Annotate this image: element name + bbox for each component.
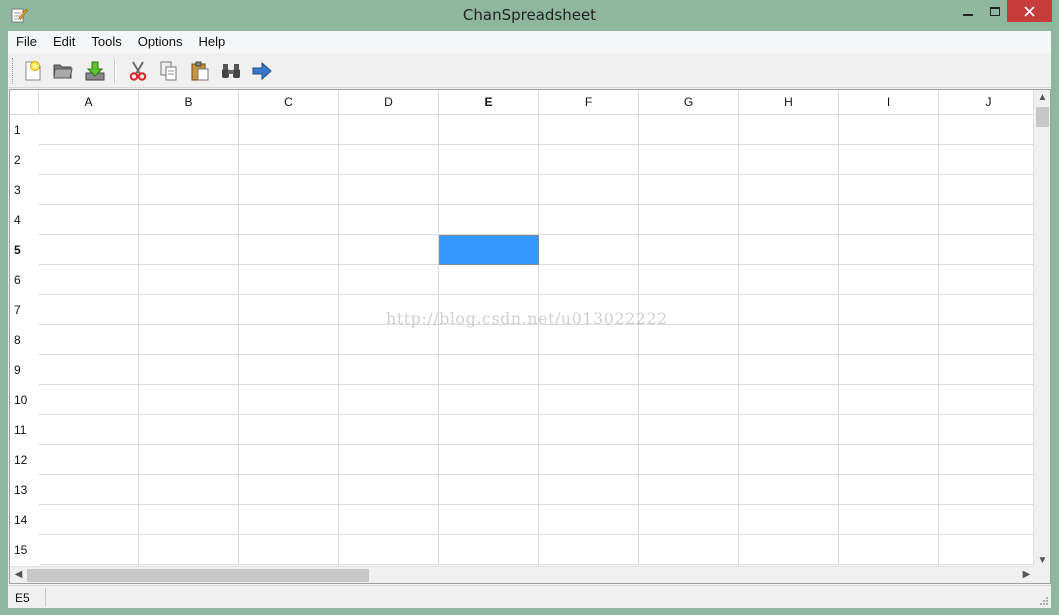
- row-gridline: [39, 534, 1034, 535]
- size-grip-icon[interactable]: [1039, 596, 1049, 606]
- row-header-14[interactable]: 14: [10, 505, 39, 535]
- maximize-icon: [990, 6, 1000, 16]
- row-header-15[interactable]: 15: [10, 535, 39, 565]
- select-all-corner[interactable]: [10, 90, 39, 115]
- column-header-g[interactable]: G: [639, 90, 739, 115]
- row-header-10[interactable]: 10: [10, 385, 39, 415]
- row-header-8[interactable]: 8: [10, 325, 39, 355]
- close-icon: [1024, 5, 1035, 17]
- go-to-cell-button[interactable]: [249, 58, 275, 84]
- column-header-i[interactable]: I: [839, 90, 939, 115]
- row-header-7[interactable]: 7: [10, 295, 39, 325]
- status-bar: E5: [8, 585, 1051, 608]
- row-gridline: [39, 384, 1034, 385]
- cut-icon: [129, 61, 147, 81]
- minimize-button[interactable]: [954, 0, 982, 22]
- row-gridline: [39, 144, 1034, 145]
- save-button[interactable]: [82, 58, 108, 84]
- column-gridline: [838, 115, 839, 583]
- cut-button[interactable]: [125, 58, 151, 84]
- column-header-b[interactable]: B: [139, 90, 239, 115]
- row-header-13[interactable]: 13: [10, 475, 39, 505]
- menu-help[interactable]: Help: [191, 31, 234, 53]
- copy-button[interactable]: [156, 58, 182, 84]
- row-gridline: [39, 204, 1034, 205]
- horizontal-scroll-thumb[interactable]: [27, 569, 369, 582]
- column-header-c[interactable]: C: [239, 90, 339, 115]
- row-gridline: [39, 174, 1034, 175]
- selected-cell[interactable]: [439, 235, 539, 265]
- menu-edit[interactable]: Edit: [45, 31, 83, 53]
- row-gridline: [39, 354, 1034, 355]
- toolbar-separator: [114, 59, 116, 83]
- main-window: ChanSpreadsheet File Edit Tools Options …: [0, 0, 1059, 615]
- column-header-h[interactable]: H: [739, 90, 839, 115]
- toolbar-grip[interactable]: [12, 58, 15, 84]
- row-gridline: [39, 294, 1034, 295]
- column-header-a[interactable]: A: [39, 90, 139, 115]
- find-button[interactable]: [218, 58, 244, 84]
- column-header-f[interactable]: F: [539, 90, 639, 115]
- row-header-9[interactable]: 9: [10, 355, 39, 385]
- column-gridline: [438, 115, 439, 583]
- scroll-up-icon[interactable]: ▲: [1034, 92, 1050, 103]
- row-header-12[interactable]: 12: [10, 445, 39, 475]
- paste-icon: [191, 61, 209, 81]
- row-gridline: [39, 444, 1034, 445]
- cell-location-label: E5: [10, 588, 46, 607]
- column-header-e[interactable]: E: [439, 90, 539, 115]
- vertical-scrollbar[interactable]: ▲ ▼: [1033, 90, 1050, 568]
- new-file-icon: [25, 61, 41, 81]
- column-gridline: [138, 115, 139, 583]
- scroll-left-icon[interactable]: ◀: [10, 569, 27, 580]
- row-gridline: [39, 414, 1034, 415]
- column-header-d[interactable]: D: [339, 90, 439, 115]
- column-header-j[interactable]: J: [939, 90, 1039, 115]
- new-file-button[interactable]: [20, 58, 46, 84]
- row-header-6[interactable]: 6: [10, 265, 39, 295]
- maximize-button[interactable]: [982, 0, 1008, 22]
- scroll-corner: [1033, 566, 1050, 583]
- title-bar[interactable]: ChanSpreadsheet: [0, 0, 1059, 31]
- open-button[interactable]: [50, 58, 76, 84]
- formula-label: [48, 588, 1038, 607]
- watermark-text: http://blog.csdn.net/u013022222: [386, 309, 668, 328]
- column-gridline: [738, 115, 739, 583]
- toolbar: [8, 54, 1051, 88]
- horizontal-scrollbar[interactable]: ◀ ▶: [10, 566, 1035, 583]
- row-header-4[interactable]: 4: [10, 205, 39, 235]
- column-gridline: [638, 115, 639, 583]
- column-gridline: [338, 115, 339, 583]
- window-title: ChanSpreadsheet: [462, 6, 597, 24]
- row-header-2[interactable]: 2: [10, 145, 39, 175]
- row-header-11[interactable]: 11: [10, 415, 39, 445]
- spreadsheet-grid[interactable]: ABCDEFGHIJ 1 2 3 4 5 6 7 8 9 10 11 12 13 14 15 http://…: [9, 89, 1051, 584]
- row-header-1[interactable]: 1: [10, 115, 39, 145]
- column-gridline: [538, 115, 539, 583]
- vertical-scroll-thumb[interactable]: [1036, 107, 1049, 127]
- menu-options[interactable]: Options: [130, 31, 191, 53]
- row-header-3[interactable]: 3: [10, 175, 39, 205]
- menu-file[interactable]: File: [8, 31, 45, 53]
- save-download-icon: [85, 61, 105, 81]
- open-folder-icon: [53, 64, 73, 79]
- close-button[interactable]: [1007, 0, 1052, 22]
- minimize-icon: [963, 14, 973, 16]
- column-gridline: [938, 115, 939, 583]
- column-gridline: [238, 115, 239, 583]
- menu-tools[interactable]: Tools: [83, 31, 129, 53]
- row-header-5[interactable]: 5: [10, 235, 39, 265]
- scroll-down-icon[interactable]: ▼: [1034, 555, 1050, 566]
- go-to-cell-arrow-icon: [252, 61, 272, 81]
- find-binoculars-icon: [222, 64, 240, 78]
- menu-bar: File Edit Tools Options Help: [8, 31, 1051, 53]
- paste-button[interactable]: [187, 58, 213, 84]
- client-area: File Edit Tools Options Help A B C D E F…: [8, 31, 1051, 608]
- row-gridline: [39, 474, 1034, 475]
- copy-icon: [160, 61, 177, 81]
- row-gridline: [39, 504, 1034, 505]
- row-gridline: [39, 564, 1034, 565]
